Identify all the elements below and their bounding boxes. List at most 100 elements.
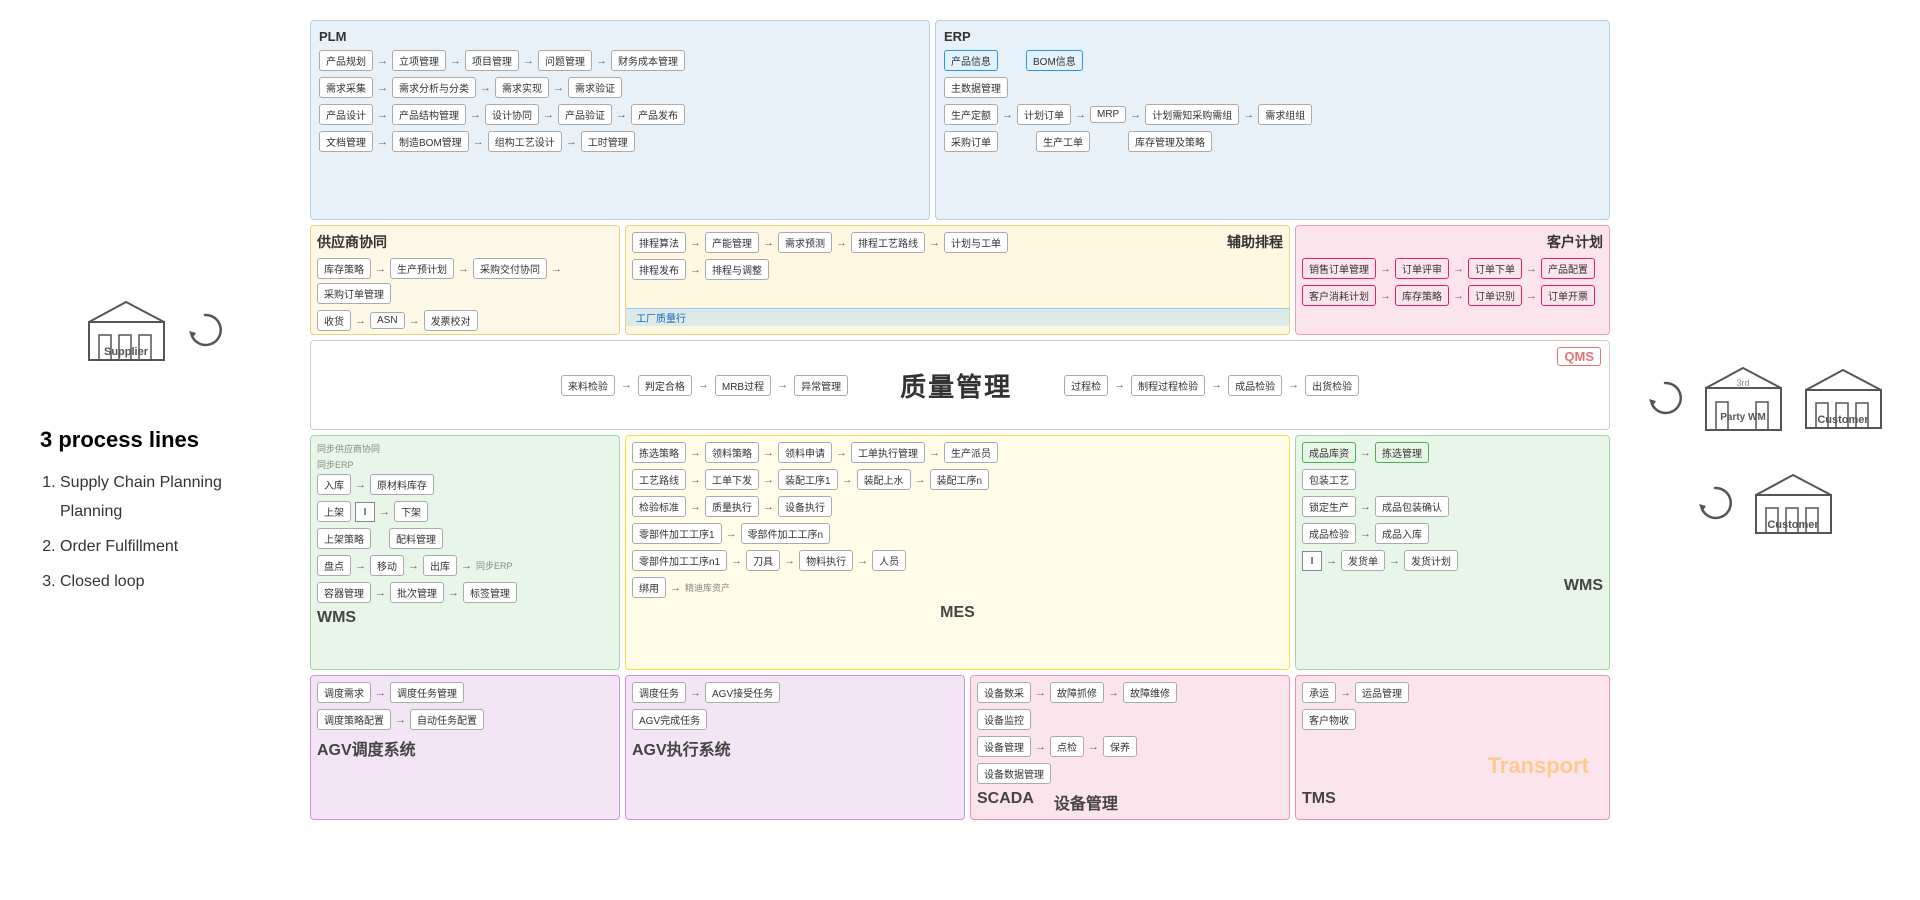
plm-row1: 产品规划 → 立项管理 → 项目管理 → 问题管理 → 财务成本管理	[319, 50, 921, 71]
mes-node-7: 工单下发	[705, 469, 759, 490]
mes-node-9: 装配上水	[857, 469, 911, 490]
sc-node-5: 收货	[317, 310, 351, 331]
erp-node-3: 主数据管理	[944, 77, 1008, 98]
wms-row3: 上架策略 配料管理	[317, 528, 613, 549]
supplier-row1: 库存策略 → 生产预计划 → 采购交付协同 → 采购订单管理	[317, 258, 613, 304]
customer2-block: Customer	[1694, 470, 1836, 540]
quality-flow: 来料检验 → 判定合格 → MRB过程 → 异常管理 质量管理 过程检 → 制程…	[561, 367, 1359, 404]
customer2-loop-icon	[1694, 482, 1736, 529]
wms-node-7: 盘点	[317, 555, 351, 576]
plm-node-17: 组构工艺设计	[488, 131, 562, 152]
plm-node-18: 工时管理	[581, 131, 635, 152]
cp-node-6: 库存策略	[1395, 285, 1449, 306]
plm-node-12: 设计协同	[485, 104, 539, 125]
agv-left-section: 调度需求 → 调度任务管理 调度策略配置 → 自动任务配置 AGV调度系统	[310, 675, 620, 820]
cp-row1: 销售订单管理 → 订单评审 → 订单下单 → 产品配置	[1302, 258, 1603, 279]
scheduling-section: 排程算法 → 产能管理 → 需求预测 → 排程工艺路线 → 计划与工单 排程发布…	[625, 225, 1290, 335]
plm-node-9: 需求验证	[568, 77, 622, 98]
erp-node-11: 库存管理及策略	[1128, 131, 1212, 152]
scada-row3: 设备管理 → 点检 → 保养	[977, 736, 1283, 757]
erp-row4: 采购订单 生产工单 库存管理及策略	[944, 131, 1601, 152]
sched-node-6: 排程发布	[632, 259, 686, 280]
supplier-coop-title: 供应商协同	[317, 232, 613, 252]
agv-left-row1: 调度需求 → 调度任务管理	[317, 682, 613, 703]
scada-row4: 设备数据管理	[977, 763, 1283, 784]
q-node-anomaly: 异常管理	[794, 375, 848, 396]
sched-node-4: 排程工艺路线	[851, 232, 925, 253]
cp-node-2: 订单评审	[1395, 258, 1449, 279]
qms-label: QMS	[1557, 347, 1601, 366]
plm-title: PLM	[319, 29, 921, 44]
scada-node-3: 故障维修	[1123, 682, 1177, 703]
agv-l-node-3: 调度策略配置	[317, 709, 391, 730]
wms-r-node-4: 锁定生产	[1302, 496, 1356, 517]
equip-node-2: 点检	[1050, 736, 1084, 757]
mes-node-10: 装配工序n	[930, 469, 990, 490]
sc-node-4: 采购订单管理	[317, 283, 391, 304]
quality-title: 质量管理	[900, 367, 1012, 404]
mes-node-2: 领料策略	[705, 442, 759, 463]
equip-node-3: 保养	[1103, 736, 1137, 757]
customer1-factory-icon: Customer	[1801, 365, 1886, 435]
customer-plan-title: 客户计划	[1302, 232, 1603, 252]
svg-text:Customer: Customer	[1767, 519, 1819, 531]
wms-r-node-3: 包装工艺	[1302, 469, 1356, 490]
wms-node-6: 配料管理	[389, 528, 443, 549]
plm-node-10: 产品设计	[319, 104, 373, 125]
sc-node-1: 库存策略	[317, 258, 371, 279]
wms-left-label: WMS	[317, 609, 613, 627]
wms-right-row4: 成品检验 → 成品入库	[1302, 523, 1603, 544]
erp-node-8: 需求组组	[1258, 104, 1312, 125]
scada-node-4: 设备监控	[977, 709, 1031, 730]
agv-m-node-3: AGV完成任务	[632, 709, 707, 730]
sc-node-7: 发票校对	[424, 310, 478, 331]
industry-line: 工厂质量行	[626, 308, 1289, 326]
agv-mid-row1: 调度任务 → AGV接受任务	[632, 682, 958, 703]
plm-row3: 产品设计 → 产品结构管理 → 设计协同 → 产品验证 → 产品发布	[319, 104, 921, 125]
cp-node-7: 订单识别	[1468, 285, 1522, 306]
process-item-1: Supply Chain Planning Planning	[60, 469, 290, 527]
mes-row4: 零部件加工工序1 → 零部件加工工序n	[632, 523, 1283, 544]
q-node-finished: 成品检验	[1228, 375, 1282, 396]
main-diagram: PLM 产品规划 → 立项管理 → 项目管理 → 问题管理 → 财务成本管理 需…	[310, 20, 1610, 880]
erp-row3: 生产定额 → 计划订单 → MRP → 计划需知采购需组 → 需求组组	[944, 104, 1601, 125]
sched-node-5: 计划与工单	[944, 232, 1008, 253]
mes-node-20: 绑用	[632, 577, 666, 598]
mes-node-18: 物料执行	[799, 550, 853, 571]
sched-row2: 排程发布 → 排程与调整	[632, 259, 1008, 280]
sched-node-2: 产能管理	[705, 232, 759, 253]
process-item-3: Closed loop	[60, 568, 290, 597]
plm-node-5: 财务成本管理	[611, 50, 685, 71]
sc-node-6: ASN	[370, 312, 405, 329]
agv-left-label: AGV调度系统	[317, 736, 613, 760]
wms-r-node-6: 成品检验	[1302, 523, 1356, 544]
erp-node-5: 计划订单	[1017, 104, 1071, 125]
q-node-judge: 判定合格	[638, 375, 692, 396]
plm-node-14: 产品发布	[631, 104, 685, 125]
erp-node-6: MRP	[1090, 106, 1126, 123]
wms-node-4: 下架	[394, 501, 428, 522]
agv-l-node-1: 调度需求	[317, 682, 371, 703]
mes-label: MES	[632, 604, 1283, 622]
erp-row1: 产品信息 BOM信息	[944, 50, 1601, 71]
svg-text:3rd: 3rd	[1736, 378, 1749, 388]
mes-row2: 工艺路线 → 工单下发 → 装配工序1 → 装配上水 → 装配工序n	[632, 469, 1283, 490]
mes-node-12: 质量执行	[705, 496, 759, 517]
mes-node-17: 刀具	[746, 550, 780, 571]
mes-node-19: 人员	[872, 550, 906, 571]
agv-m-node-1: 调度任务	[632, 682, 686, 703]
right-panel: 3rd Party WM Customer	[1610, 0, 1920, 900]
erp-node-4: 生产定额	[944, 104, 998, 125]
equip-node-1: 设备管理	[977, 736, 1031, 757]
q-node-proc-inspect: 制程过程检验	[1131, 375, 1205, 396]
mes-fixed-asset: 精迪库资产	[685, 581, 730, 594]
customer2-factory-icon: Customer	[1751, 470, 1836, 540]
wms-right-row5: I → 发货单 → 发货计划	[1302, 550, 1603, 571]
scada-section: 设备数采 → 故障抓修 → 故障维修 设备监控 设备管理 → 点检 → 保养 设…	[970, 675, 1290, 820]
plm-node-6: 需求采集	[319, 77, 373, 98]
third-party-wm-icon: 3rd Party WM	[1701, 360, 1786, 440]
supplier-area: Supplier	[84, 297, 226, 367]
plm-node-3: 项目管理	[465, 50, 519, 71]
agv-mid-section: 调度任务 → AGV接受任务 AGV完成任务 AGV执行系统	[625, 675, 965, 820]
wms-sync-erp: 同步供应商协同	[317, 442, 380, 455]
